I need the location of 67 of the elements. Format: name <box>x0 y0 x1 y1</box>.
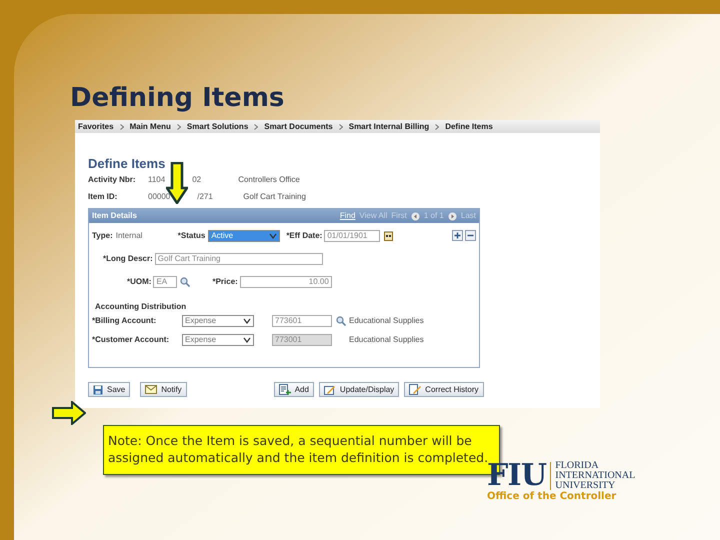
chevron-icon <box>120 124 124 130</box>
breadcrumb-link[interactable]: Smart Internal Billing <box>348 122 430 130</box>
dropdown-caret-icon <box>243 318 251 324</box>
update-button[interactable]: Update/Display <box>318 382 400 397</box>
logo-text: INTERNATIONAL <box>555 471 636 481</box>
add-row-icon[interactable] <box>452 230 463 241</box>
slide-title: Defining Items <box>70 82 286 114</box>
pencil-document-icon <box>324 384 336 395</box>
search-icon[interactable] <box>180 277 190 287</box>
delete-row-icon[interactable] <box>465 230 476 241</box>
chevron-icon <box>435 124 440 130</box>
breadcrumb-link[interactable]: Smart Documents <box>264 122 333 130</box>
previous-icon[interactable] <box>410 212 420 220</box>
field-label: Item ID: <box>88 192 118 200</box>
notify-button[interactable]: Notify <box>140 382 187 397</box>
type-value: Internal <box>116 232 144 240</box>
eff-date-field[interactable]: 01/01/1901 <box>324 230 380 242</box>
account-description: Educational Supplies <box>349 336 424 344</box>
account-field[interactable]: 773601 <box>272 314 332 326</box>
search-icon[interactable] <box>336 316 346 326</box>
logo-tagline: Office of the Controller <box>487 491 618 503</box>
right-arrow-icon <box>52 401 86 425</box>
section-heading: Accounting Distribution <box>94 301 188 311</box>
breadcrumb-link[interactable]: Favorites <box>78 122 114 130</box>
field-description: Golf Cart Training <box>243 192 306 200</box>
dropdown-caret-icon <box>243 336 251 342</box>
eff-date-label: *Eff Date: <box>286 232 322 240</box>
field-value: /271 <box>197 192 214 200</box>
long-descr-label: *Long Descr: <box>103 255 153 263</box>
history-button[interactable]: Correct History <box>404 382 484 397</box>
long-descr-field[interactable]: Golf Cart Training <box>154 253 323 265</box>
field-label: Activity Nbr: <box>88 176 137 184</box>
field-value: 1104 <box>148 176 166 184</box>
page-count: 1 of 1 <box>424 212 444 220</box>
field-value: 02 <box>192 176 202 184</box>
next-icon[interactable] <box>448 212 457 220</box>
chevron-icon <box>338 124 343 130</box>
logo-text: FLORIDA <box>555 461 600 471</box>
breadcrumb-link[interactable]: Define Items <box>445 122 493 130</box>
uom-field[interactable]: EA <box>153 276 178 288</box>
type-label: Type: <box>92 232 113 240</box>
account-label: *Customer Account: <box>92 336 170 344</box>
logo-text: UNIVERSITY <box>555 481 616 491</box>
add-document-icon <box>278 384 291 395</box>
find-link[interactable]: Find <box>340 212 356 220</box>
save-button[interactable]: Save <box>88 382 130 397</box>
add-button[interactable]: Add <box>274 382 314 397</box>
uom-label: *UOM: <box>127 278 152 286</box>
panel-title: Item Details <box>92 212 137 220</box>
chevron-icon <box>176 124 181 130</box>
account-label: *Billing Account: <box>92 316 158 324</box>
calendar-icon[interactable] <box>384 230 394 240</box>
dropdown-caret-icon <box>269 232 278 238</box>
breadcrumb-link[interactable]: Main Menu <box>130 122 171 130</box>
account-description: Educational Supplies <box>349 316 424 324</box>
breadcrumb-link[interactable]: Smart Solutions <box>186 122 248 130</box>
chevron-icon <box>254 124 258 130</box>
price-field[interactable]: 10.00 <box>240 276 332 288</box>
price-label: *Price: <box>212 278 238 286</box>
status-label: *Status <box>178 232 206 240</box>
status-dropdown[interactable]: Active <box>208 230 280 242</box>
field-description: Controllers Office <box>238 176 300 184</box>
page-title: Define Items <box>88 156 166 171</box>
envelope-icon <box>145 385 158 394</box>
account-type-dropdown[interactable]: Expense <box>182 314 254 326</box>
pencil-document-icon <box>409 384 422 395</box>
field-value: 00000 <box>148 192 170 200</box>
